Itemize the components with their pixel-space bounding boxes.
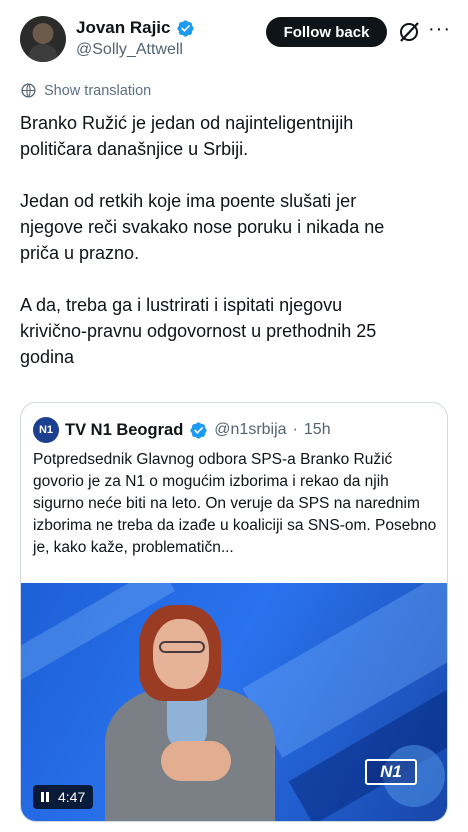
- show-translation-link[interactable]: Show translation: [20, 82, 151, 99]
- author-name-row: Jovan Rajic: [76, 18, 195, 38]
- video-duration-badge[interactable]: 4:47: [33, 785, 94, 809]
- verified-badge-icon: [190, 421, 207, 439]
- avatar[interactable]: [20, 16, 66, 62]
- quoted-author-name[interactable]: TV N1 Beograd: [65, 421, 183, 440]
- grok-icon[interactable]: [397, 20, 421, 44]
- speaker-figure: [159, 641, 205, 653]
- post-header: Jovan Rajic @Solly_Attwell Follow back ·…: [20, 14, 450, 66]
- more-icon[interactable]: ···: [428, 19, 450, 42]
- n1-avatar[interactable]: N1: [33, 417, 59, 443]
- quoted-post-time[interactable]: 15h: [304, 421, 331, 439]
- verified-badge-icon: [176, 19, 194, 37]
- video-duration: 4:47: [58, 789, 86, 805]
- quoted-author-handle[interactable]: @n1srbija: [214, 421, 286, 439]
- author-name[interactable]: Jovan Rajic: [76, 18, 171, 38]
- post-paragraph: Jedan od retkih koje ima poente slušati …: [20, 191, 385, 263]
- globe-icon: [21, 83, 36, 98]
- video-player[interactable]: N1 4:47: [21, 583, 447, 821]
- quoted-post[interactable]: N1 TV N1 Beograd @n1srbija · 15h Potpred…: [20, 402, 448, 822]
- pause-icon[interactable]: [41, 792, 49, 802]
- follow-back-button[interactable]: Follow back: [266, 17, 387, 47]
- author-handle[interactable]: @Solly_Attwell: [76, 41, 183, 59]
- separator-dot: ·: [292, 421, 298, 438]
- quoted-post-header: N1 TV N1 Beograd @n1srbija · 15h: [33, 417, 331, 443]
- post-text: Branko Ružić je jedan od najinteligentni…: [20, 110, 448, 396]
- post-paragraph: Branko Ružić je jedan od najinteligentni…: [20, 113, 354, 159]
- show-translation-label: Show translation: [44, 82, 152, 99]
- speaker-figure: [161, 741, 231, 781]
- n1-watermark: N1: [365, 759, 417, 785]
- post-paragraph: A da, treba ga i lustrirati i ispitati n…: [20, 295, 377, 367]
- quoted-post-text: Potpredsednik Glavnog odbora SPS-a Brank…: [33, 451, 437, 556]
- speaker-figure: [153, 619, 209, 689]
